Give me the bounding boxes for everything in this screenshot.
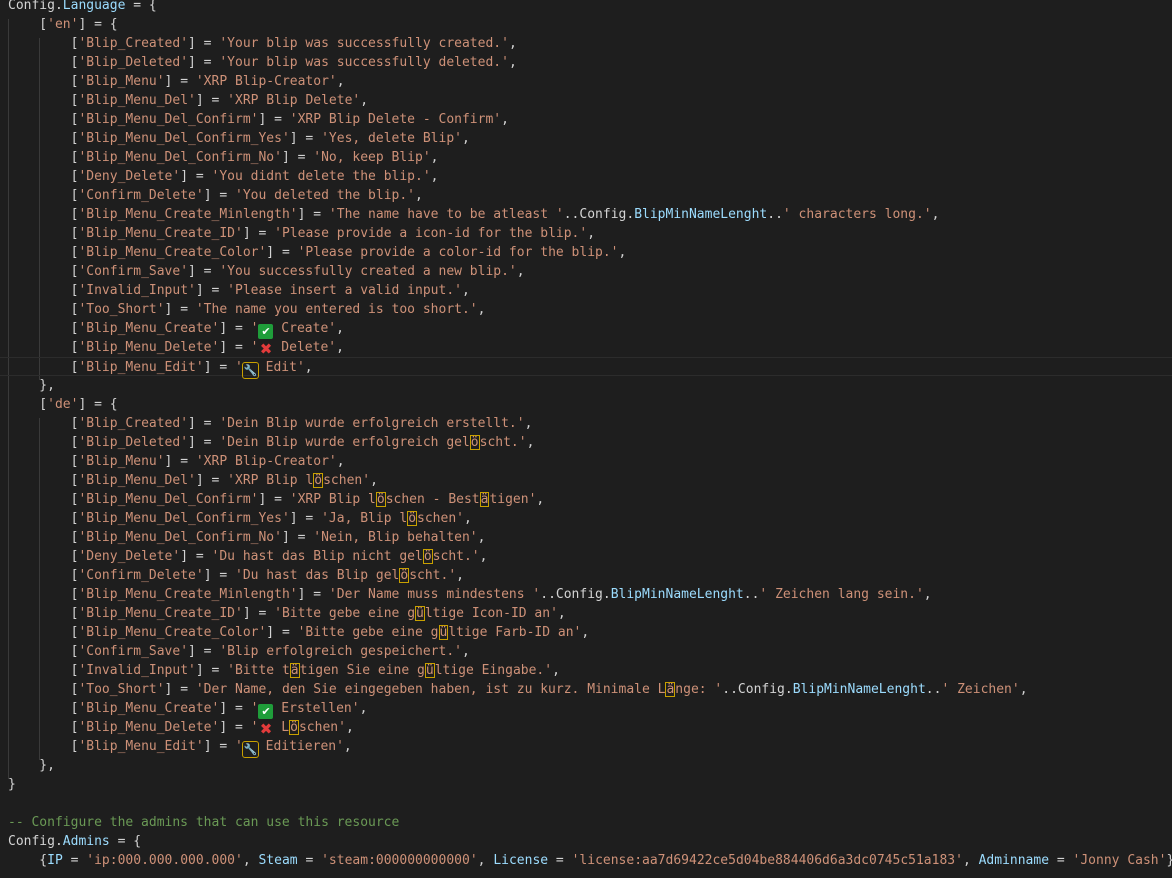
code-line[interactable]: ['Deny_Delete'] = 'You didnt delete the …: [0, 167, 1172, 186]
code-line[interactable]: ['Blip_Menu_Delete'] = '✖ Delete',: [0, 338, 1172, 357]
code-line[interactable]: ['Blip_Menu_Del_Confirm_No'] = 'No, keep…: [0, 148, 1172, 167]
code-line[interactable]: ['Blip_Menu_Create'] = ' ✔ Create',: [0, 319, 1172, 339]
wrench-icon: 🔧: [241, 741, 259, 758]
code-line[interactable]: ['Blip_Menu'] = 'XRP Blip-Creator',: [0, 452, 1172, 471]
code-line[interactable]: }: [0, 775, 1172, 794]
code-line[interactable]: ['Blip_Menu_Create_Minlength'] = 'Der Na…: [0, 585, 1172, 604]
code-line[interactable]: ['Blip_Menu_Del_Confirm'] = 'XRP Blip lö…: [0, 490, 1172, 509]
code-line[interactable]: ['Blip_Created'] = 'Your blip was succes…: [0, 34, 1172, 53]
code-line[interactable]: ['en'] = {: [0, 15, 1172, 34]
code-line[interactable]: ['Confirm_Save'] = 'Blip erfolgreich ges…: [0, 642, 1172, 661]
code-line[interactable]: ['Blip_Menu_Create_Color'] = 'Bitte gebe…: [0, 623, 1172, 642]
code-line[interactable]: ['Too_Short'] = 'The name you entered is…: [0, 300, 1172, 319]
code-line[interactable]: ['Blip_Menu_Del_Confirm_Yes'] = 'Yes, de…: [0, 129, 1172, 148]
code-line[interactable]: {IP = 'ip:000.000.000.000', Steam = 'ste…: [0, 851, 1172, 870]
code-line[interactable]: ['Confirm_Save'] = 'You successfully cre…: [0, 262, 1172, 281]
code-line[interactable]: ['Blip_Menu_Del_Confirm_No'] = 'Nein, Bl…: [0, 528, 1172, 547]
code-line[interactable]: ['Blip_Menu_Edit'] = '🔧 Editieren',: [0, 737, 1172, 758]
code-line[interactable]: ['Blip_Menu_Edit'] = '🔧 Edit',: [0, 357, 1172, 379]
code-line[interactable]: Config.Language = {: [0, 0, 1172, 15]
code-line[interactable]: [0, 794, 1172, 813]
code-line[interactable]: ['Invalid_Input'] = 'Bitte tätigen Sie e…: [0, 661, 1172, 680]
code-line[interactable]: ['Confirm_Delete'] = 'Du hast das Blip g…: [0, 566, 1172, 585]
code-line[interactable]: ['Blip_Menu_Delete'] = '✖ Löschen',: [0, 718, 1172, 737]
cross-icon: ✖: [259, 340, 273, 358]
code-line[interactable]: },: [0, 756, 1172, 775]
code-line[interactable]: ['Confirm_Delete'] = 'You deleted the bl…: [0, 186, 1172, 205]
code-line[interactable]: ['Blip_Menu_Create_Color'] = 'Please pro…: [0, 243, 1172, 262]
code-line[interactable]: ['Blip_Menu_Create'] = ' ✔ Erstellen',: [0, 699, 1172, 719]
code-editor[interactable]: Config.Language = { ['en'] = { ['Blip_Cr…: [0, 0, 1172, 878]
code-line[interactable]: ['Blip_Deleted'] = 'Your blip was succes…: [0, 53, 1172, 72]
code-line[interactable]: ['Too_Short'] = 'Der Name, den Sie einge…: [0, 680, 1172, 699]
code-line[interactable]: ['Blip_Created'] = 'Dein Blip wurde erfo…: [0, 414, 1172, 433]
code-line[interactable]: ['Blip_Menu_Del'] = 'XRP Blip Delete',: [0, 91, 1172, 110]
code-line[interactable]: ['Blip_Menu_Create_ID'] = 'Please provid…: [0, 224, 1172, 243]
check-icon: ✔: [258, 324, 274, 339]
code-line[interactable]: ['Blip_Menu'] = 'XRP Blip-Creator',: [0, 72, 1172, 91]
code-line[interactable]: ['Blip_Menu_Del_Confirm_Yes'] = 'Ja, Bli…: [0, 509, 1172, 528]
code-line[interactable]: ['Blip_Menu_Del'] = 'XRP Blip löschen',: [0, 471, 1172, 490]
code-line[interactable]: ['Blip_Menu_Del_Confirm'] = 'XRP Blip De…: [0, 110, 1172, 129]
code-line[interactable]: ['de'] = {: [0, 395, 1172, 414]
cross-icon: ✖: [259, 720, 273, 738]
code-line[interactable]: ['Invalid_Input'] = 'Please insert a val…: [0, 281, 1172, 300]
code-line[interactable]: ['Blip_Menu_Create_ID'] = 'Bitte gebe ei…: [0, 604, 1172, 623]
check-icon: ✔: [258, 704, 274, 719]
code-line[interactable]: ['Blip_Deleted'] = 'Dein Blip wurde erfo…: [0, 433, 1172, 452]
code-line[interactable]: ['Deny_Delete'] = 'Du hast das Blip nich…: [0, 547, 1172, 566]
code-line[interactable]: -- Configure the admins that can use thi…: [0, 813, 1172, 832]
code-line[interactable]: },: [0, 376, 1172, 395]
code-line[interactable]: ['Blip_Menu_Create_Minlength'] = 'The na…: [0, 205, 1172, 224]
code-line[interactable]: Config.Admins = {: [0, 832, 1172, 851]
